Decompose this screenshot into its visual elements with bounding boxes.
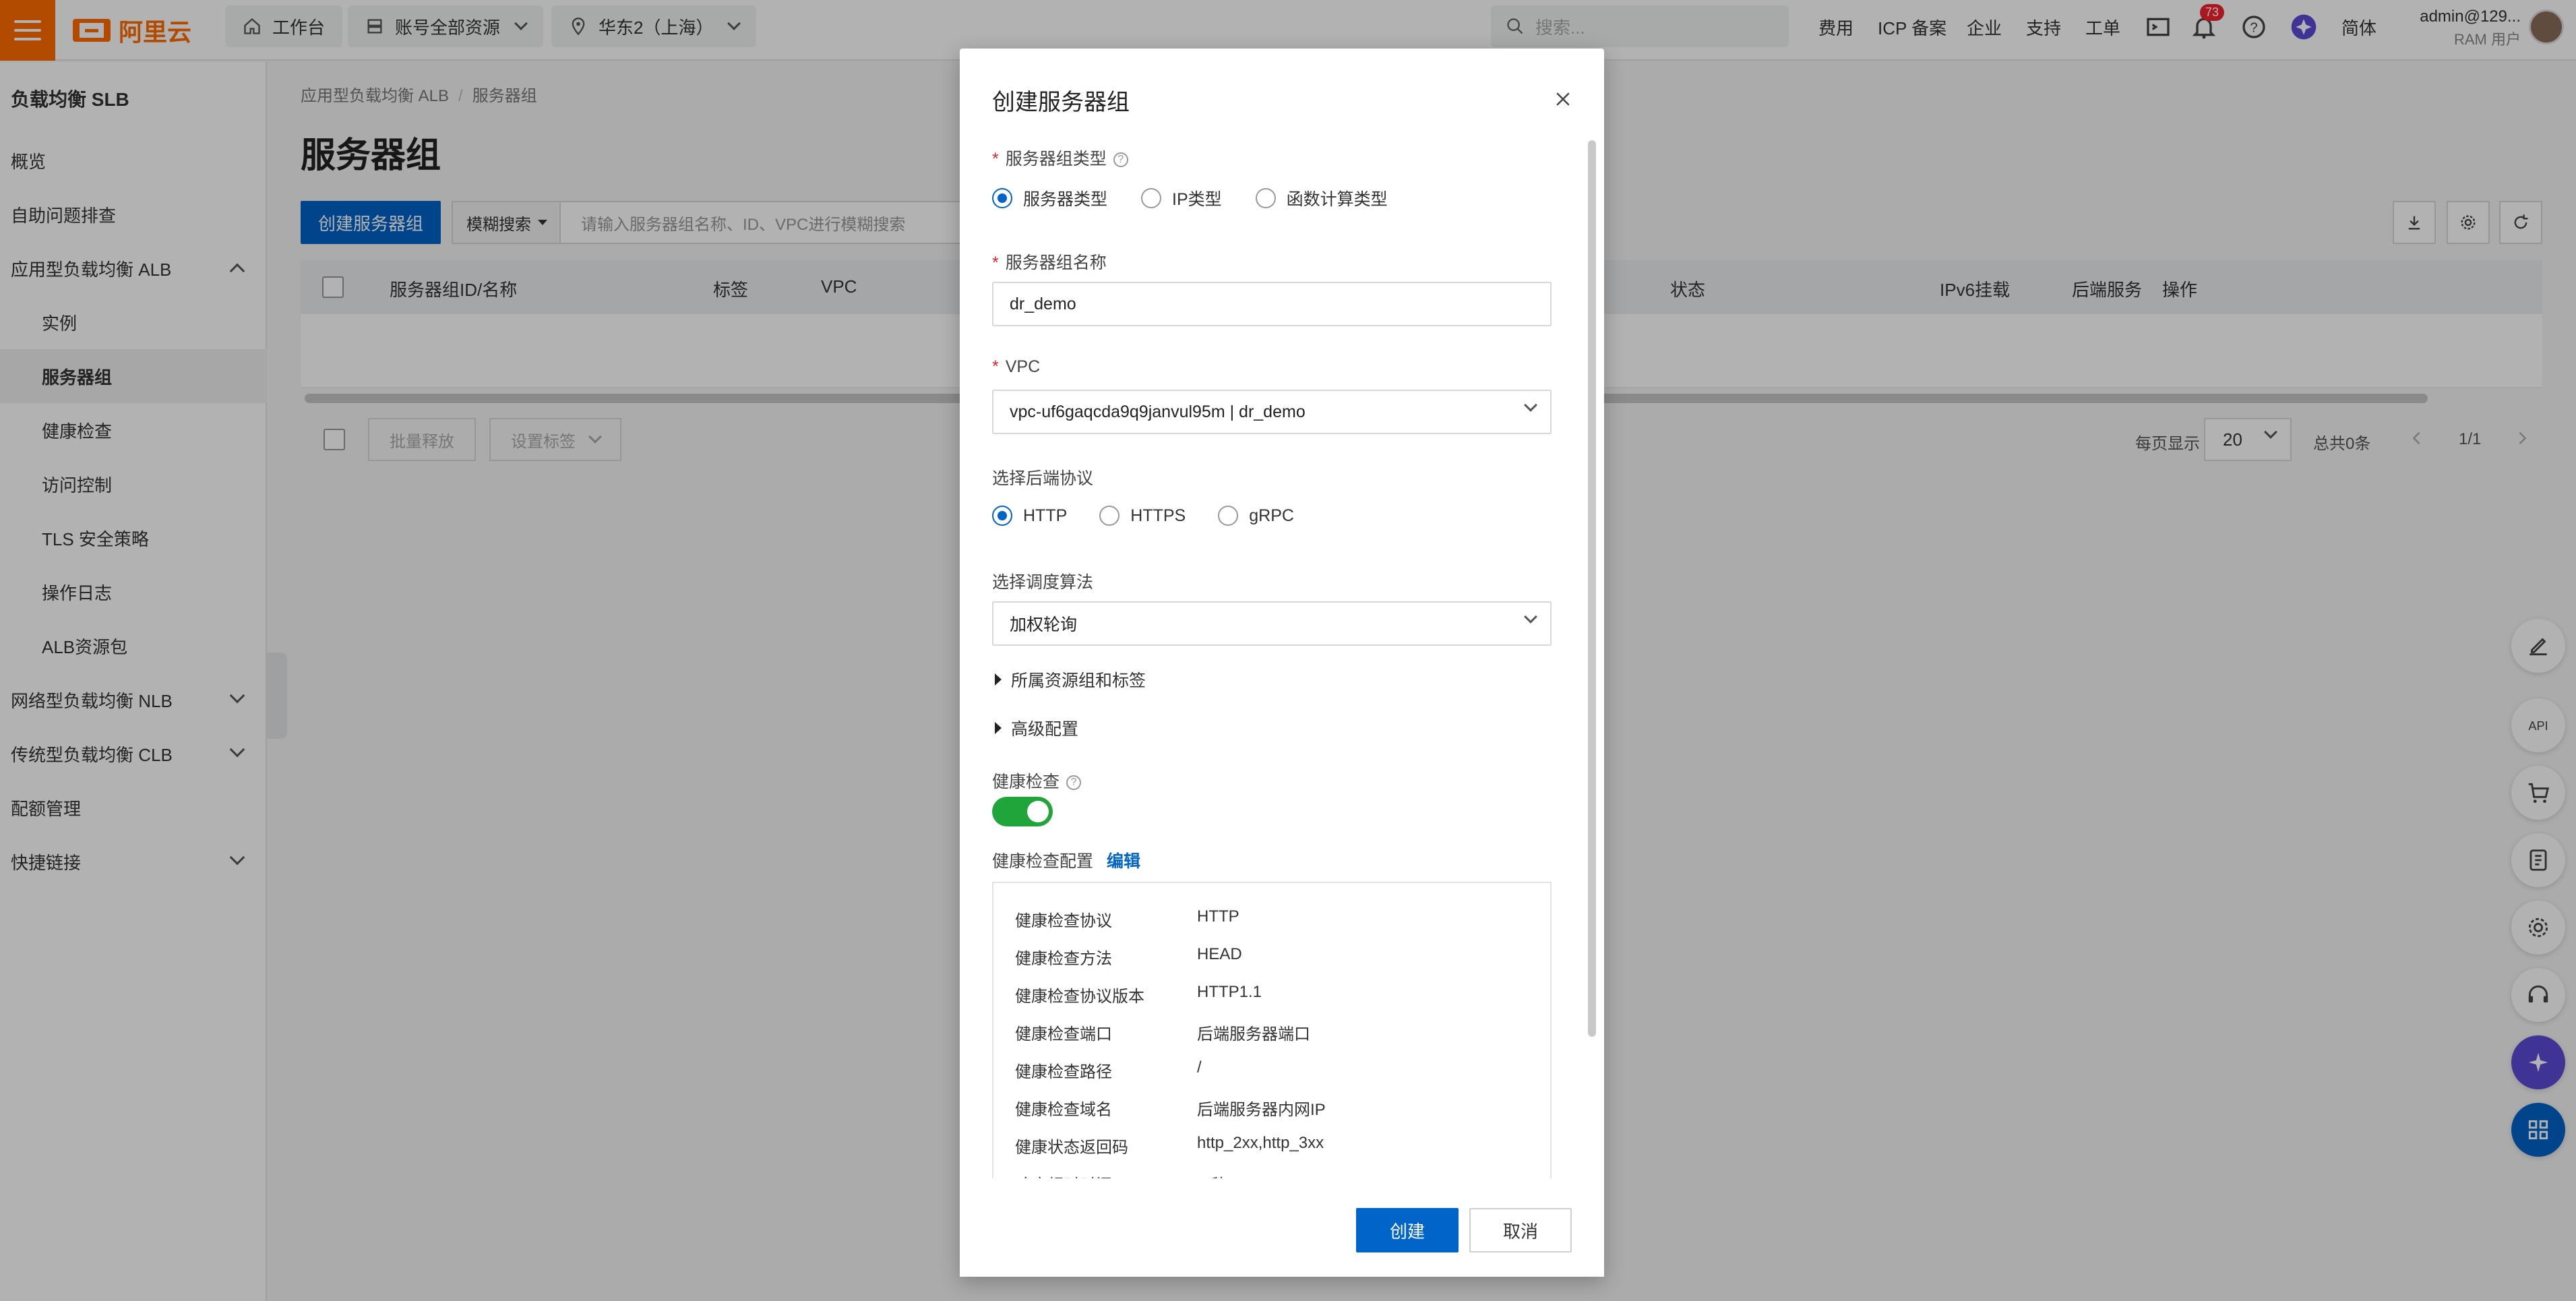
radio-label: 服务器类型 bbox=[1023, 190, 1108, 209]
radio-https[interactable]: HTTPS bbox=[1099, 506, 1186, 526]
help-icon[interactable]: ? bbox=[1113, 152, 1128, 168]
group-name-label: * 服务器组名称 bbox=[992, 249, 1107, 274]
group-type-radio-group: 服务器类型 IP类型 函数计算类型 bbox=[992, 186, 1388, 210]
config-key: 健康检查端口 bbox=[1015, 1025, 1112, 1043]
required-mark: * bbox=[992, 150, 999, 169]
radio-function-type[interactable]: 函数计算类型 bbox=[1255, 186, 1388, 210]
dialog-scrollbar[interactable] bbox=[1588, 140, 1596, 1037]
health-config-label: 健康检查配置 编辑 bbox=[992, 848, 1140, 872]
radio-button[interactable] bbox=[1255, 188, 1276, 208]
radio-grpc[interactable]: gRPC bbox=[1218, 506, 1294, 526]
health-config-row: 健康检查方法 HEAD bbox=[1015, 945, 1242, 969]
radio-label: HTTPS bbox=[1130, 506, 1186, 525]
group-name-label-text: 服务器组名称 bbox=[1005, 253, 1107, 272]
config-value: 后端服务器端口 bbox=[1197, 1025, 1310, 1043]
group-type-label: * 服务器组类型? bbox=[992, 146, 1128, 170]
vpc-label-text: VPC bbox=[1005, 357, 1041, 376]
radio-button[interactable] bbox=[1141, 188, 1162, 208]
expander-label: 高级配置 bbox=[1011, 720, 1079, 739]
caret-right-icon bbox=[995, 673, 1002, 686]
health-config-row: 健康状态返回码 http_2xx,http_3xx bbox=[1015, 1134, 1324, 1157]
radio-label: gRPC bbox=[1249, 506, 1294, 525]
required-mark: * bbox=[992, 357, 999, 376]
chevron-down-icon bbox=[1524, 398, 1537, 412]
health-config-label-text: 健康检查配置 bbox=[992, 852, 1094, 871]
algorithm-label: 选择调度算法 bbox=[992, 573, 1094, 592]
group-name-input[interactable]: dr_demo bbox=[992, 282, 1552, 326]
config-value: HTTP1.1 bbox=[1197, 983, 1262, 1001]
health-config-row: 健康检查域名 后端服务器内网IP bbox=[1015, 1096, 1326, 1120]
radio-button[interactable] bbox=[992, 188, 1012, 208]
edit-health-config-link[interactable]: 编辑 bbox=[1107, 852, 1140, 871]
help-icon[interactable]: ? bbox=[1066, 775, 1082, 791]
dialog-footer: 创建 取消 bbox=[960, 1178, 1604, 1277]
config-key: 健康检查协议版本 bbox=[1015, 988, 1144, 1006]
health-config-row: 健康检查协议 HTTP bbox=[1015, 907, 1239, 931]
config-value: HTTP bbox=[1197, 907, 1239, 926]
cancel-button[interactable]: 取消 bbox=[1469, 1208, 1572, 1252]
radio-button[interactable] bbox=[1099, 506, 1120, 526]
health-check-toggle[interactable] bbox=[992, 797, 1053, 826]
vpc-value: vpc-uf6gaqcda9q9janvul95m | dr_demo bbox=[1010, 402, 1306, 421]
vpc-label: * VPC bbox=[992, 357, 1040, 377]
radio-server-type[interactable]: 服务器类型 bbox=[992, 186, 1107, 210]
required-mark: * bbox=[992, 253, 999, 272]
radio-ip-type[interactable]: IP类型 bbox=[1141, 186, 1222, 210]
config-value: http_2xx,http_3xx bbox=[1197, 1134, 1324, 1152]
group-name-value: dr_demo bbox=[1010, 294, 1076, 313]
config-key: 健康检查域名 bbox=[1015, 1101, 1112, 1119]
config-key: 健康检查方法 bbox=[1015, 950, 1112, 968]
config-value: HEAD bbox=[1197, 945, 1242, 963]
create-server-group-dialog: 创建服务器组 * 服务器组类型? 服务器类型 IP类型 函数计算类型 * 服务器组名… bbox=[960, 49, 1604, 1277]
protocol-radio-group: HTTP HTTPS gRPC bbox=[992, 506, 1294, 526]
vpc-select[interactable]: vpc-uf6gaqcda9q9janvul95m | dr_demo bbox=[992, 390, 1552, 434]
algorithm-select[interactable]: 加权轮询 bbox=[992, 601, 1552, 646]
health-config-panel: 健康检查协议 HTTP 健康检查方法 HEAD 健康检查协议版本 HTTP1.1 健康… bbox=[992, 882, 1552, 1186]
config-key: 健康状态返回码 bbox=[1015, 1139, 1128, 1157]
radio-label: IP类型 bbox=[1172, 190, 1222, 209]
algorithm-value: 加权轮询 bbox=[1010, 615, 1078, 634]
config-key: 健康检查协议 bbox=[1015, 912, 1112, 930]
close-icon[interactable] bbox=[1553, 89, 1573, 109]
chevron-down-icon bbox=[1524, 610, 1537, 624]
protocol-label: 选择后端协议 bbox=[992, 469, 1094, 488]
health-check-label: 健康检查? bbox=[992, 768, 1082, 793]
radio-label: 函数计算类型 bbox=[1286, 190, 1388, 209]
group-type-label-text: 服务器组类型 bbox=[1005, 150, 1107, 169]
dialog-title: 创建服务器组 bbox=[992, 90, 1130, 115]
health-config-row: 健康检查协议版本 HTTP1.1 bbox=[1015, 983, 1262, 1006]
config-value: 后端服务器内网IP bbox=[1197, 1101, 1326, 1119]
health-config-row: 健康检查端口 后端服务器端口 bbox=[1015, 1021, 1310, 1044]
radio-http[interactable]: HTTP bbox=[992, 506, 1067, 526]
config-value: / bbox=[1197, 1058, 1202, 1077]
config-key: 健康检查路径 bbox=[1015, 1063, 1112, 1081]
advanced-config-expander[interactable]: 高级配置 bbox=[995, 716, 1078, 740]
caret-right-icon bbox=[995, 722, 1002, 734]
resource-group-tags-expander[interactable]: 所属资源组和标签 bbox=[995, 667, 1146, 692]
radio-button[interactable] bbox=[992, 506, 1012, 526]
health-check-label-text: 健康检查 bbox=[992, 773, 1060, 791]
create-button[interactable]: 创建 bbox=[1356, 1208, 1459, 1252]
radio-label: HTTP bbox=[1023, 506, 1068, 525]
health-config-row: 健康检查路径 / bbox=[1015, 1058, 1202, 1082]
expander-label: 所属资源组和标签 bbox=[1011, 671, 1146, 690]
radio-button[interactable] bbox=[1218, 506, 1239, 526]
